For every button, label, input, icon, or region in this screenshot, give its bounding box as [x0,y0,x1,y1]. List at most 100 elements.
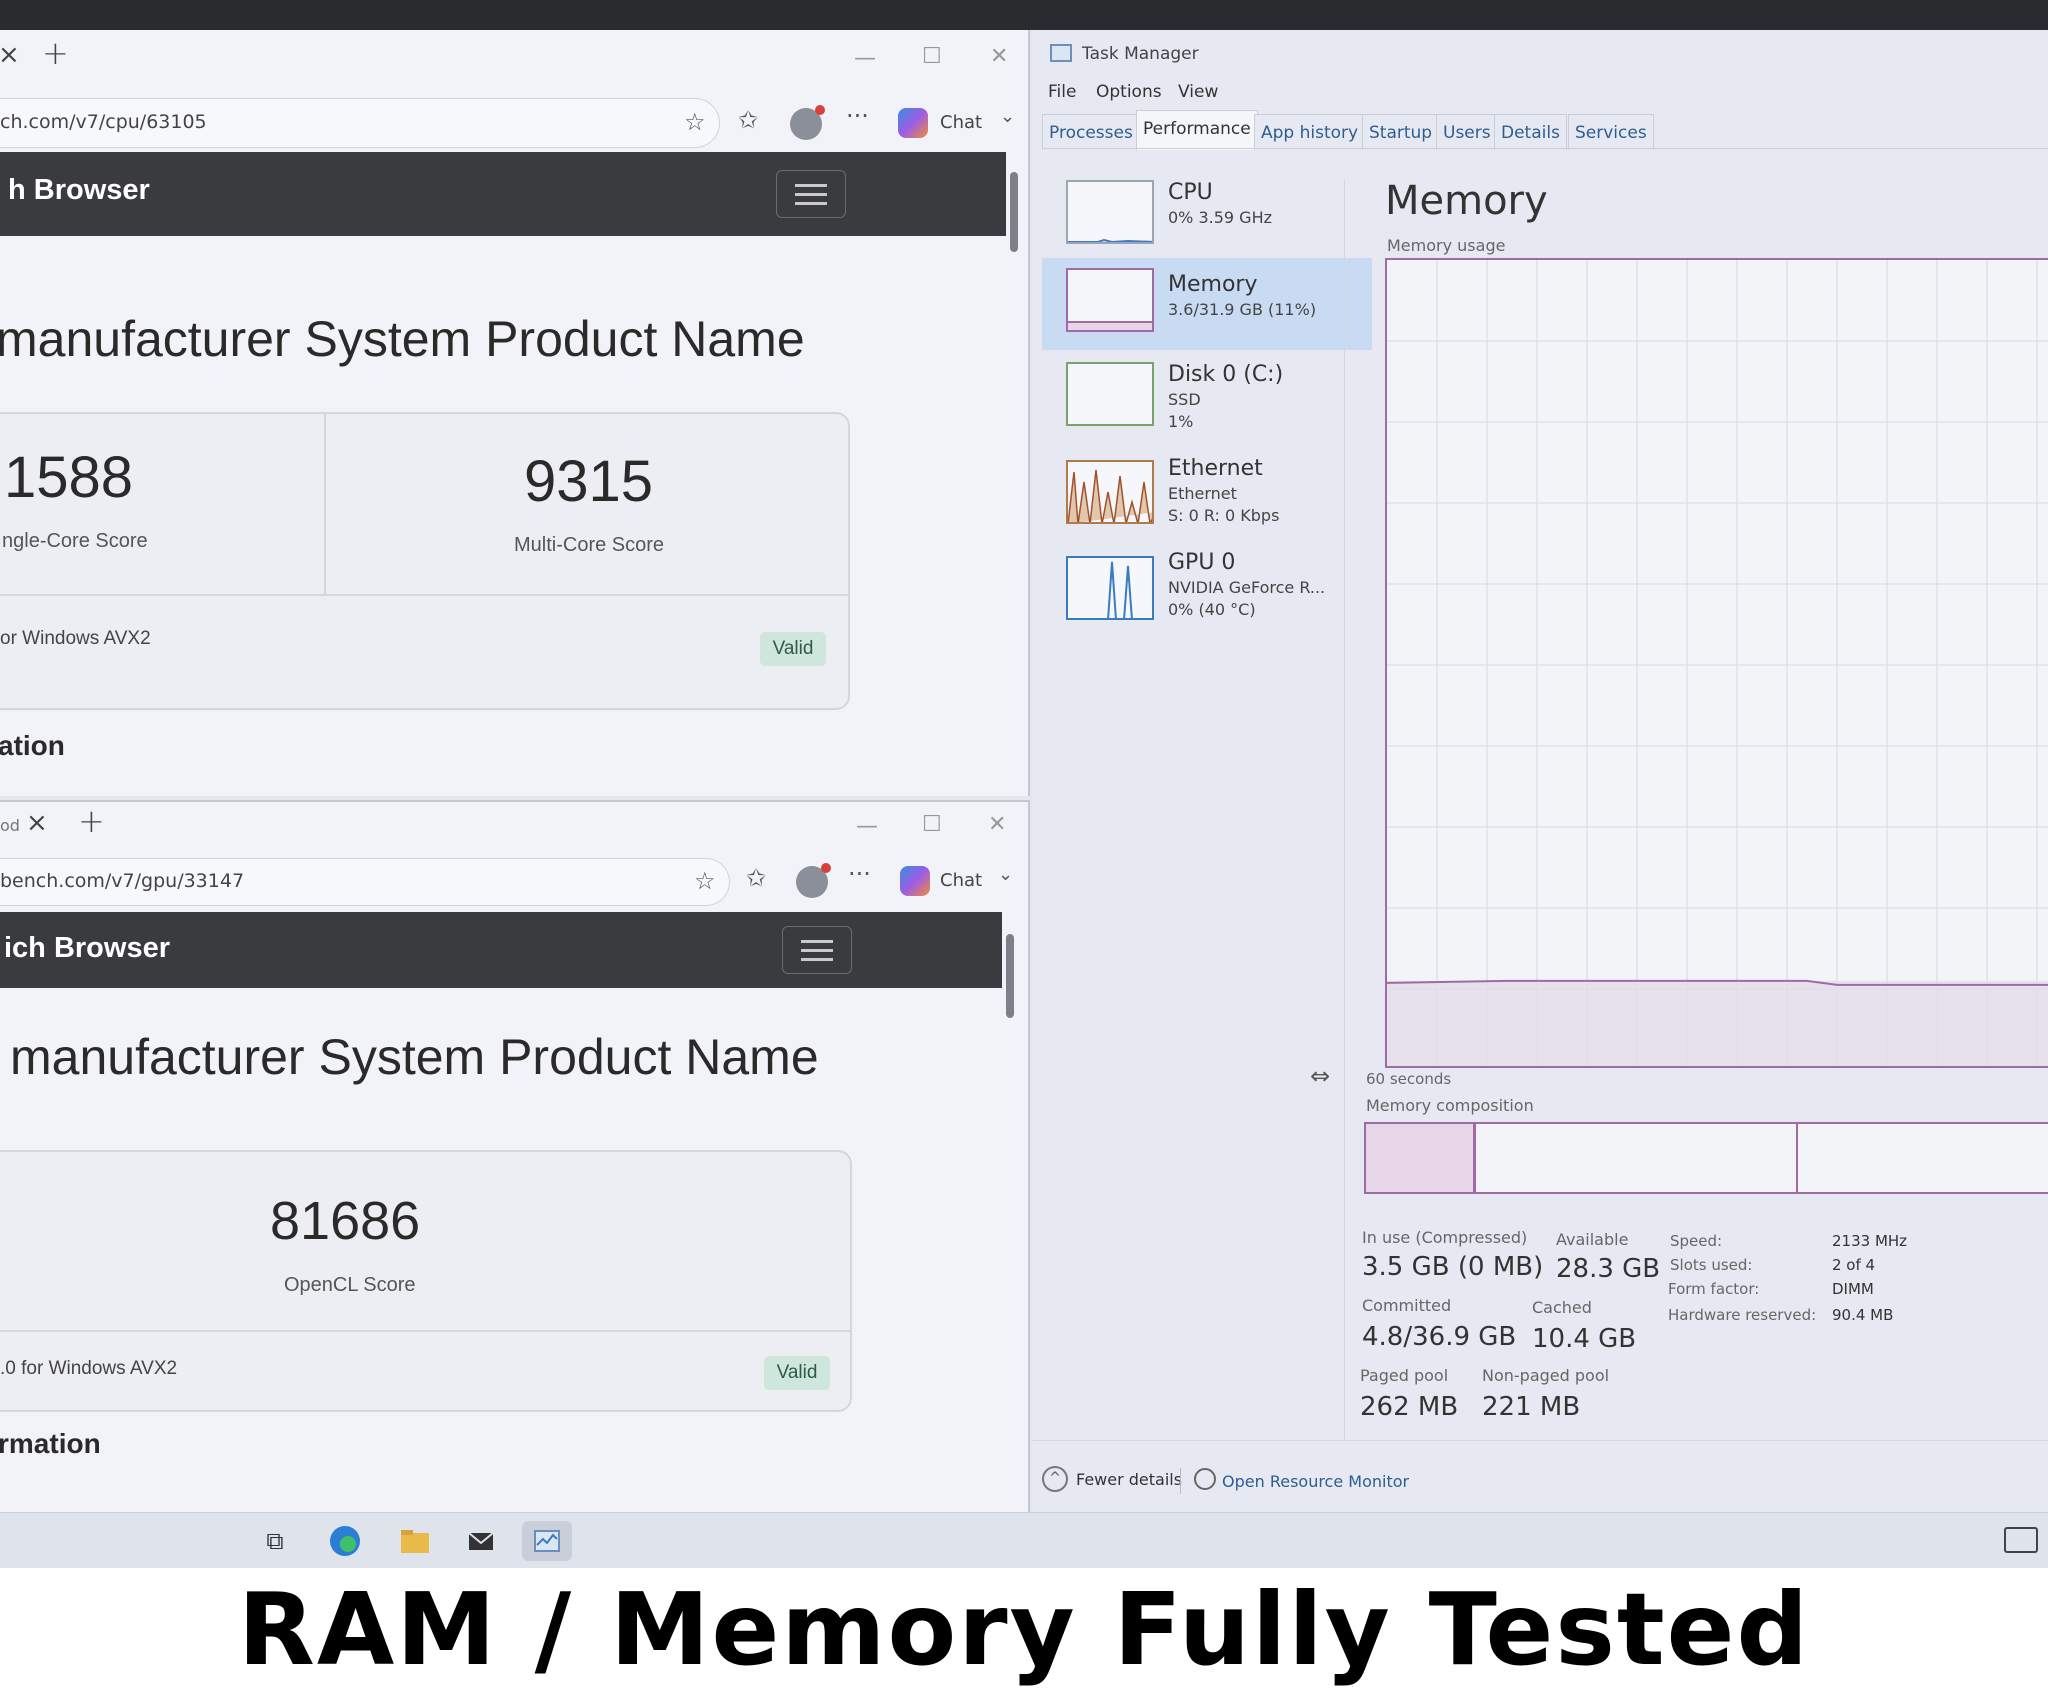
footer-separator [1180,1468,1181,1494]
tab-app-history[interactable]: App history [1254,114,1366,150]
copilot-icon[interactable] [898,108,928,138]
minimize-icon[interactable]: — [854,46,876,71]
window-title: Task Manager [1082,44,1199,64]
chevron-up-icon[interactable]: ^ [1042,1466,1068,1492]
file-explorer-icon[interactable] [390,1521,440,1561]
sidebar-item-cpu[interactable]: CPU 0% 3.59 GHz [1042,170,1372,262]
scrollbar[interactable] [1008,152,1020,792]
chat-button[interactable]: Chat [940,112,982,133]
screen: × + — ☐ ✕ ch.com/v7/cpu/63105 ☆ ✩ ··· Ch… [0,0,2048,1568]
valid-badge: Valid [760,632,826,666]
notification-tray-icon[interactable] [2004,1527,2038,1553]
favorites-icon[interactable]: ✩ [738,106,758,134]
site-title[interactable]: ich Browser [4,932,170,965]
cached-label: Cached [1532,1298,1592,1317]
available-label: Available [1556,1230,1629,1249]
close-tab-icon[interactable]: × [0,40,20,70]
url-text[interactable]: bench.com/v7/gpu/33147 [0,870,244,892]
favorite-star-icon[interactable]: ☆ [684,108,706,136]
close-tab-icon[interactable]: × [26,808,48,838]
memory-composition-bar [1364,1122,2048,1194]
sidebar-item-sub: S: 0 R: 0 Kbps [1168,506,1280,525]
new-tab-button[interactable]: + [78,802,105,840]
sidebar-item-gpu[interactable]: GPU 0 NVIDIA GeForce R... 0% (40 °C) [1042,546,1372,638]
resize-handle-icon[interactable]: ⇔ [1310,1062,1330,1090]
footer-divider [1032,1440,2048,1441]
favorites-icon[interactable]: ✩ [746,864,766,892]
menu-options[interactable]: Options [1096,82,1162,102]
sidebar-item-ethernet[interactable]: Ethernet Ethernet S: 0 R: 0 Kbps [1042,450,1372,542]
tab-strip: od × + — ☐ ✕ [0,802,1028,854]
taskbar: ⧉ [0,1512,2048,1568]
open-resource-monitor-link[interactable]: Open Resource Monitor [1222,1472,1409,1491]
speed-label: Speed: [1670,1232,1723,1250]
address-bar[interactable]: bench.com/v7/gpu/33147 ☆ [0,858,730,906]
chevron-down-icon[interactable]: ⌄ [998,864,1013,885]
multi-core-score: 9315 [524,449,654,514]
section-heading: ation [0,730,65,761]
chevron-down-icon[interactable]: ⌄ [1000,106,1015,127]
browser-window-cpu: × + — ☐ ✕ ch.com/v7/cpu/63105 ☆ ✩ ··· Ch… [0,30,1030,796]
ethernet-sparkline [1066,460,1154,524]
scrollbar[interactable] [1004,912,1016,1510]
hamburger-menu-icon[interactable] [776,170,846,218]
sidebar-item-label: Memory [1168,272,1258,297]
favorite-star-icon[interactable]: ☆ [694,867,716,895]
slots-label: Slots used: [1670,1256,1753,1274]
url-text[interactable]: ch.com/v7/cpu/63105 [0,111,207,133]
tab-services[interactable]: Services [1568,114,1654,150]
section-heading: rmation [0,1428,101,1459]
tab-users[interactable]: Users [1436,114,1498,150]
maximize-icon[interactable]: ☐ [922,812,942,837]
tab-title[interactable]: od [0,816,20,835]
task-manager-taskbar-icon[interactable] [522,1521,572,1561]
tab-details[interactable]: Details [1494,114,1567,150]
fewer-details-button[interactable]: Fewer details [1076,1470,1182,1489]
tab-performance[interactable]: Performance [1136,110,1258,150]
memory-usage-graph [1385,258,2048,1068]
multi-core-label: Multi-Core Score [514,534,665,556]
close-window-icon[interactable]: ✕ [990,44,1008,69]
sidebar-item-sub: NVIDIA GeForce R... [1168,578,1326,597]
hamburger-menu-icon[interactable] [782,926,852,974]
close-window-icon[interactable]: ✕ [988,812,1006,837]
task-view-icon[interactable]: ⧉ [250,1521,300,1561]
sidebar-item-label: GPU 0 [1168,550,1236,575]
minimize-icon[interactable]: — [856,814,878,839]
sidebar-item-memory[interactable]: Memory 3.6/31.9 GB (11%) [1042,258,1372,350]
profile-avatar[interactable] [796,863,831,898]
valid-badge: Valid [764,1356,830,1390]
menu-file[interactable]: File [1048,82,1076,102]
new-tab-button[interactable]: + [42,34,69,72]
slots-value: 2 of 4 [1832,1256,1876,1274]
sidebar-item-sub: 0% (40 °C) [1168,600,1256,619]
scroll-thumb[interactable] [1006,934,1014,1018]
chat-button[interactable]: Chat [940,870,982,891]
score-card: 1588 ngle-Core Score 9315 Multi-Core Sco… [0,412,850,710]
edge-icon[interactable] [320,1521,370,1561]
gpu-sparkline [1066,556,1154,620]
sidebar-item-sub: Ethernet [1168,484,1237,503]
site-title[interactable]: h Browser [8,174,150,207]
sidebar-item-label: Ethernet [1168,456,1263,481]
sidebar-item-disk[interactable]: Disk 0 (C:) SSD 1% [1042,352,1372,444]
single-core-label: ngle-Core Score [2,530,148,552]
mail-icon[interactable] [456,1521,506,1561]
tab-startup[interactable]: Startup [1362,114,1440,150]
resource-monitor-icon [1194,1468,1216,1490]
copilot-icon[interactable] [900,866,930,896]
non-paged-pool-label: Non-paged pool [1482,1366,1610,1385]
in-use-value: 3.5 GB (0 MB) [1362,1252,1544,1282]
more-menu-icon[interactable]: ··· [846,102,869,130]
memory-composition-label: Memory composition [1366,1096,1534,1115]
menu-view[interactable]: View [1178,82,1218,102]
tab-processes[interactable]: Processes [1042,114,1140,150]
more-menu-icon[interactable]: ··· [848,860,871,888]
scroll-thumb[interactable] [1010,172,1018,252]
memory-sparkline [1066,268,1154,332]
address-bar[interactable]: ch.com/v7/cpu/63105 ☆ [0,98,720,148]
profile-avatar[interactable] [790,105,825,140]
speed-value: 2133 MHz [1832,1232,1908,1250]
maximize-icon[interactable]: ☐ [922,44,942,69]
task-manager-icon [1050,44,1072,62]
